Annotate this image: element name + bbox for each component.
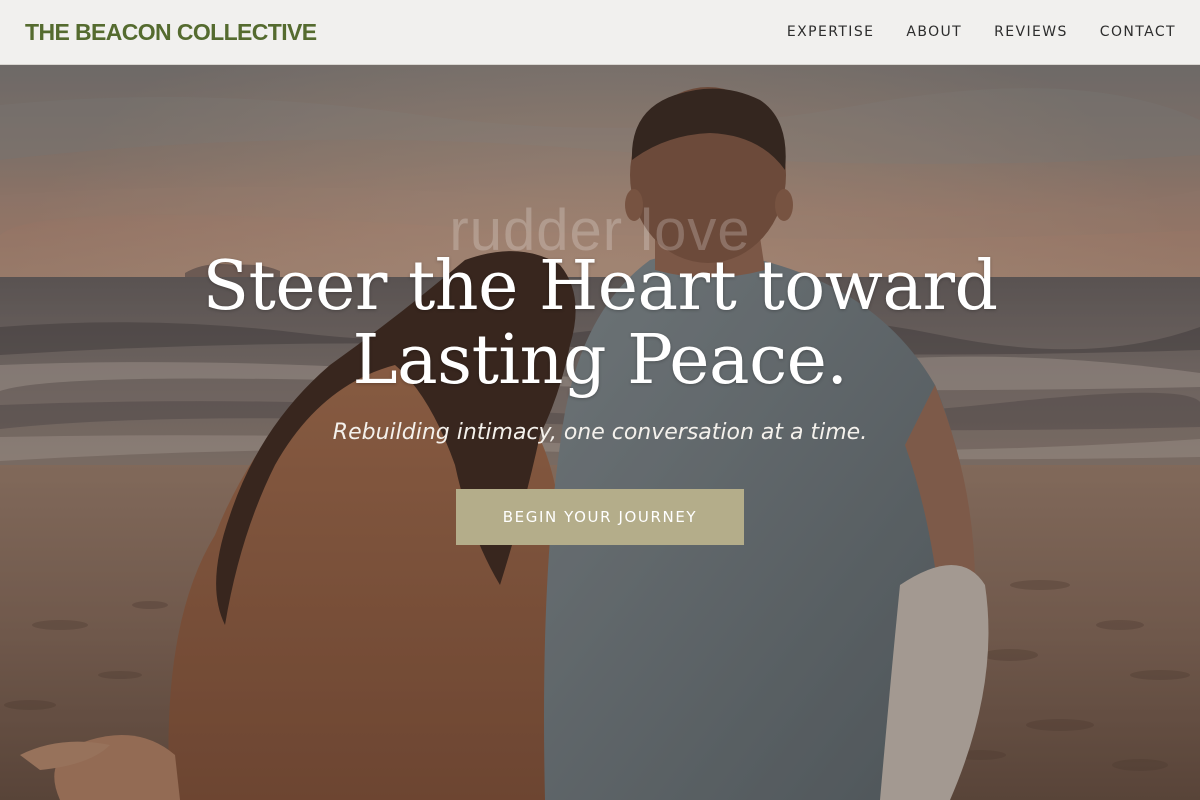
begin-journey-button[interactable]: BEGIN YOUR JOURNEY (456, 489, 744, 545)
hero-title-line-1: Steer the Heart toward (202, 247, 998, 326)
hero-subtitle: Rebuilding intimacy, one conversation at… (332, 420, 868, 445)
nav-link-contact[interactable]: CONTACT (1100, 24, 1176, 40)
nav-link-expertise[interactable]: EXPERTISE (787, 24, 874, 40)
site-header: THE BEACON COLLECTIVE EXPERTISE ABOUT RE… (0, 0, 1200, 65)
landing-page: THE BEACON COLLECTIVE EXPERTISE ABOUT RE… (0, 0, 1200, 800)
nav-link-reviews[interactable]: REVIEWS (994, 24, 1068, 40)
hero-content: Steer the Heart toward Lasting Peace. Re… (0, 250, 1200, 545)
nav-link-about[interactable]: ABOUT (906, 24, 962, 40)
main-nav: EXPERTISE ABOUT REVIEWS CONTACT (787, 24, 1176, 40)
hero-section: rudder love Steer the Heart toward Lasti… (0, 65, 1200, 800)
hero-title-line-2: Lasting Peace. (352, 321, 848, 400)
brand-logo-link[interactable]: THE BEACON COLLECTIVE (25, 19, 317, 46)
hero-title: Steer the Heart toward Lasting Peace. (0, 250, 1200, 398)
